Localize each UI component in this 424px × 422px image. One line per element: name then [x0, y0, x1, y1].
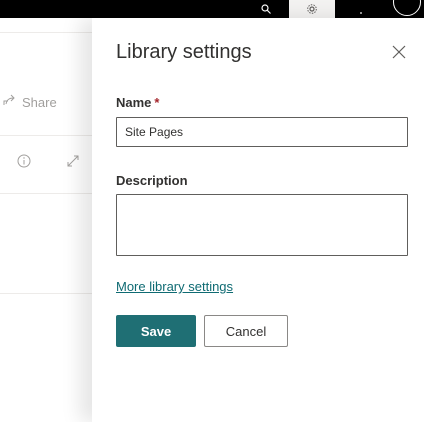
library-settings-panel: Library settings Name* Description More … — [92, 18, 424, 422]
gear-icon[interactable] — [289, 0, 335, 18]
description-label: Description — [116, 173, 188, 188]
name-label-text: Name — [116, 95, 152, 110]
divider — [0, 193, 96, 194]
search-icon[interactable] — [258, 0, 274, 18]
name-input[interactable] — [116, 117, 408, 147]
cancel-button[interactable]: Cancel — [204, 315, 288, 347]
divider — [0, 32, 96, 33]
share-button[interactable]: Share — [2, 94, 57, 111]
suite-bar — [0, 0, 424, 18]
close-icon[interactable] — [392, 45, 408, 61]
expand-icon[interactable] — [66, 154, 80, 168]
save-button[interactable]: Save — [116, 315, 196, 347]
avatar[interactable] — [393, 0, 421, 16]
info-icon[interactable] — [17, 154, 31, 168]
required-marker: * — [154, 95, 160, 110]
description-input[interactable] — [116, 194, 408, 256]
share-label: Share — [22, 95, 57, 110]
background-page — [0, 18, 96, 422]
divider — [0, 135, 96, 136]
divider — [0, 293, 96, 294]
help-icon[interactable] — [357, 0, 365, 18]
name-label: Name * — [116, 95, 159, 110]
share-icon — [2, 94, 16, 111]
more-library-settings-link[interactable]: More library settings — [116, 279, 233, 294]
panel-title: Library settings — [116, 41, 252, 63]
